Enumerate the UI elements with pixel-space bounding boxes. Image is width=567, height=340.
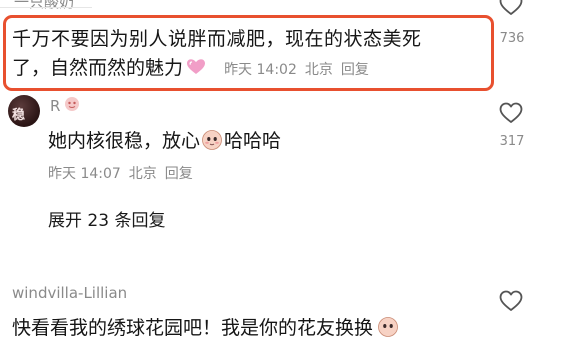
avatar[interactable]: 稳 [8, 95, 40, 127]
comment-username-top[interactable]: 一只酸奶 [14, 0, 74, 12]
comment-text-line: 了，自然而然的魅力 [12, 57, 184, 79]
comment-meta: 昨天 14:02 北京 回复 [224, 62, 369, 78]
reply-button[interactable]: 回复 [165, 166, 193, 182]
comment-location: 北京 [128, 166, 157, 182]
comment-location: 北京 [304, 62, 333, 78]
comment-text[interactable]: 千万不要因为别人说胖而减肥，现在的状态美死 [12, 24, 422, 51]
fan-badge-icon [65, 97, 79, 111]
comment-text-part: 她内核很稳，放心 [48, 130, 201, 152]
comment-text[interactable]: 快看看我的绣球花园吧！我是你的花友换换 [12, 313, 400, 340]
like-heart-icon[interactable] [499, 0, 523, 16]
face-emoji-icon [202, 130, 222, 150]
comment-meta: 昨天 14:07 北京 回复 [48, 163, 193, 183]
comment-time: 昨天 14:07 [48, 166, 121, 182]
comment-username[interactable]: R [50, 97, 60, 115]
like-count: 736 [499, 31, 525, 46]
like-heart-icon[interactable] [499, 102, 523, 124]
avatar-image: 稳 [12, 108, 26, 123]
comment-text-part: 哈哈哈 [224, 130, 282, 152]
reply-button[interactable]: 回复 [341, 62, 369, 78]
comment-text[interactable]: 她内核很稳，放心 哈哈哈 [48, 126, 281, 153]
divider [0, 7, 92, 8]
expand-replies-button[interactable]: 展开 23 条回复 [48, 206, 165, 231]
comment-time: 昨天 14:02 [224, 62, 297, 78]
like-count: 317 [499, 134, 525, 149]
comment-username[interactable]: windvilla-Lillian [12, 284, 127, 302]
pink-heart-icon [187, 59, 206, 74]
comment-text-part: 快看看我的绣球花园吧！我是你的花友换换 [12, 317, 374, 339]
comment-text-continued[interactable]: 了，自然而然的魅力 昨天 14:02 北京 回复 [12, 53, 369, 80]
face-emoji-icon [378, 317, 398, 337]
like-heart-icon[interactable] [499, 290, 523, 312]
